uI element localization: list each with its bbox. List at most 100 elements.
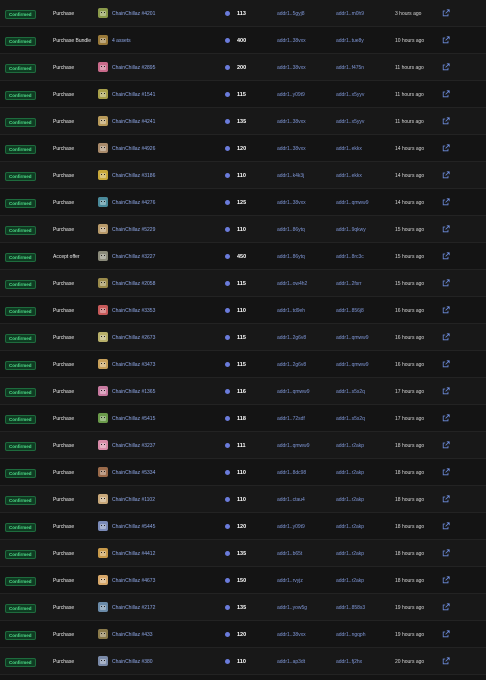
from-address-link[interactable]: addr1..y09t9 [277, 92, 305, 98]
from-address-link[interactable]: addr1..38vxx [277, 65, 306, 71]
from-address-link[interactable]: addr1..38vxx [277, 632, 306, 638]
asset-name-link[interactable]: ChainChillaz #5334 [112, 470, 155, 476]
asset-name-link[interactable]: ChainChillaz #4276 [112, 200, 155, 206]
external-link-icon[interactable] [442, 495, 450, 503]
asset-name-link[interactable]: ChainChillaz #2172 [112, 605, 155, 611]
nft-thumbnail-icon[interactable] [98, 278, 108, 288]
to-address-link[interactable]: addr1..m0h9 [336, 11, 364, 17]
to-address-link[interactable]: addr1..ekkx [336, 173, 362, 179]
asset-name-link[interactable]: ChainChillaz #4412 [112, 551, 155, 557]
to-address-link[interactable]: addr1..f475n [336, 65, 364, 71]
external-link-icon[interactable] [442, 117, 450, 125]
nft-thumbnail-icon[interactable] [98, 197, 108, 207]
nft-thumbnail-icon[interactable] [98, 656, 108, 666]
nft-thumbnail-icon[interactable] [98, 116, 108, 126]
from-address-link[interactable]: addr1..2g6v8 [277, 335, 306, 341]
nft-thumbnail-icon[interactable] [98, 332, 108, 342]
from-address-link[interactable]: addr1..yow5g [277, 605, 307, 611]
nft-thumbnail-icon[interactable] [98, 359, 108, 369]
from-address-link[interactable]: addr1..38vxx [277, 119, 306, 125]
from-address-link[interactable]: addr1..8dc98 [277, 470, 306, 476]
from-address-link[interactable]: addr1..ow4h2 [277, 281, 307, 287]
to-address-link[interactable]: addr1..s5s2q [336, 416, 365, 422]
from-address-link[interactable]: addr1..72sdf [277, 416, 305, 422]
external-link-icon[interactable] [442, 306, 450, 314]
nft-thumbnail-icon[interactable] [98, 35, 108, 45]
to-address-link[interactable]: addr1..r2akp [336, 497, 364, 503]
from-address-link[interactable]: addr1..38vxx [277, 146, 306, 152]
asset-name-link[interactable]: ChainChillaz #4673 [112, 578, 155, 584]
to-address-link[interactable]: addr1..qmww9 [336, 200, 369, 206]
to-address-link[interactable]: addr1..r2akp [336, 524, 364, 530]
asset-name-link[interactable]: ChainChillaz #3227 [112, 254, 155, 260]
external-link-icon[interactable] [442, 360, 450, 368]
from-address-link[interactable]: addr1..38vxx [277, 200, 306, 206]
asset-name-link[interactable]: ChainChillaz #1541 [112, 92, 155, 98]
external-link-icon[interactable] [442, 36, 450, 44]
to-address-link[interactable]: addr1..9qkwy [336, 227, 366, 233]
nft-thumbnail-icon[interactable] [98, 494, 108, 504]
to-address-link[interactable]: addr1..r2akp [336, 551, 364, 557]
external-link-icon[interactable] [442, 603, 450, 611]
to-address-link[interactable]: addr1..qmww9 [336, 362, 369, 368]
from-address-link[interactable]: addr1..ctau4 [277, 497, 305, 503]
asset-name-link[interactable]: ChainChillaz #4926 [112, 146, 155, 152]
asset-name-link[interactable]: ChainChillaz #3353 [112, 308, 155, 314]
nft-thumbnail-icon[interactable] [98, 305, 108, 315]
to-address-link[interactable]: addr1..r2akp [336, 470, 364, 476]
nft-thumbnail-icon[interactable] [98, 386, 108, 396]
from-address-link[interactable]: addr1..k4k3j [277, 173, 304, 179]
asset-name-link[interactable]: ChainChillaz #1365 [112, 389, 155, 395]
nft-thumbnail-icon[interactable] [98, 89, 108, 99]
external-link-icon[interactable] [442, 468, 450, 476]
asset-name-link[interactable]: ChainChillaz #433 [112, 632, 153, 638]
from-address-link[interactable]: addr1..38vxx [277, 38, 306, 44]
to-address-link[interactable]: addr1..r2akp [336, 443, 364, 449]
asset-name-link[interactable]: ChainChillaz #2895 [112, 65, 155, 71]
external-link-icon[interactable] [442, 414, 450, 422]
to-address-link[interactable]: addr1..tue8y [336, 38, 364, 44]
asset-name-link[interactable]: ChainChillaz #3473 [112, 362, 155, 368]
nft-thumbnail-icon[interactable] [98, 602, 108, 612]
asset-name-link[interactable]: ChainChillaz #5445 [112, 524, 155, 530]
asset-name-link[interactable]: ChainChillaz #5229 [112, 227, 155, 233]
external-link-icon[interactable] [442, 90, 450, 98]
nft-thumbnail-icon[interactable] [98, 440, 108, 450]
nft-thumbnail-icon[interactable] [98, 170, 108, 180]
from-address-link[interactable]: addr1..2g6v8 [277, 362, 306, 368]
from-address-link[interactable]: addr1..5gyj8 [277, 11, 305, 17]
external-link-icon[interactable] [442, 333, 450, 341]
to-address-link[interactable]: addr1..858s3 [336, 605, 365, 611]
asset-name-link[interactable]: ChainChillaz #3237 [112, 443, 155, 449]
nft-thumbnail-icon[interactable] [98, 521, 108, 531]
external-link-icon[interactable] [442, 252, 450, 260]
external-link-icon[interactable] [442, 657, 450, 665]
external-link-icon[interactable] [442, 279, 450, 287]
asset-name-link[interactable]: ChainChillaz #2673 [112, 335, 155, 341]
to-address-link[interactable]: addr1..856j8 [336, 308, 364, 314]
from-address-link[interactable]: addr1..86ytq [277, 227, 305, 233]
asset-name-link[interactable]: ChainChillaz #4201 [112, 11, 155, 17]
asset-name-link[interactable]: ChainChillaz #5415 [112, 416, 155, 422]
external-link-icon[interactable] [442, 387, 450, 395]
to-address-link[interactable]: addr1..8rc3c [336, 254, 364, 260]
from-address-link[interactable]: addr1..td9eh [277, 308, 305, 314]
nft-thumbnail-icon[interactable] [98, 224, 108, 234]
to-address-link[interactable]: addr1..ngqph [336, 632, 365, 638]
to-address-link[interactable]: addr1..x5yyv [336, 92, 364, 98]
external-link-icon[interactable] [442, 198, 450, 206]
external-link-icon[interactable] [442, 576, 450, 584]
nft-thumbnail-icon[interactable] [98, 8, 108, 18]
asset-name-link[interactable]: ChainChillaz #4241 [112, 119, 155, 125]
external-link-icon[interactable] [442, 9, 450, 17]
nft-thumbnail-icon[interactable] [98, 143, 108, 153]
nft-thumbnail-icon[interactable] [98, 62, 108, 72]
external-link-icon[interactable] [442, 549, 450, 557]
to-address-link[interactable]: addr1..x5yyv [336, 119, 364, 125]
from-address-link[interactable]: addr1..qmww9 [277, 389, 310, 395]
to-address-link[interactable]: addr1..r2akp [336, 578, 364, 584]
asset-name-link[interactable]: ChainChillaz #380 [112, 659, 153, 665]
to-address-link[interactable]: addr1..ekkx [336, 146, 362, 152]
external-link-icon[interactable] [442, 630, 450, 638]
external-link-icon[interactable] [442, 63, 450, 71]
